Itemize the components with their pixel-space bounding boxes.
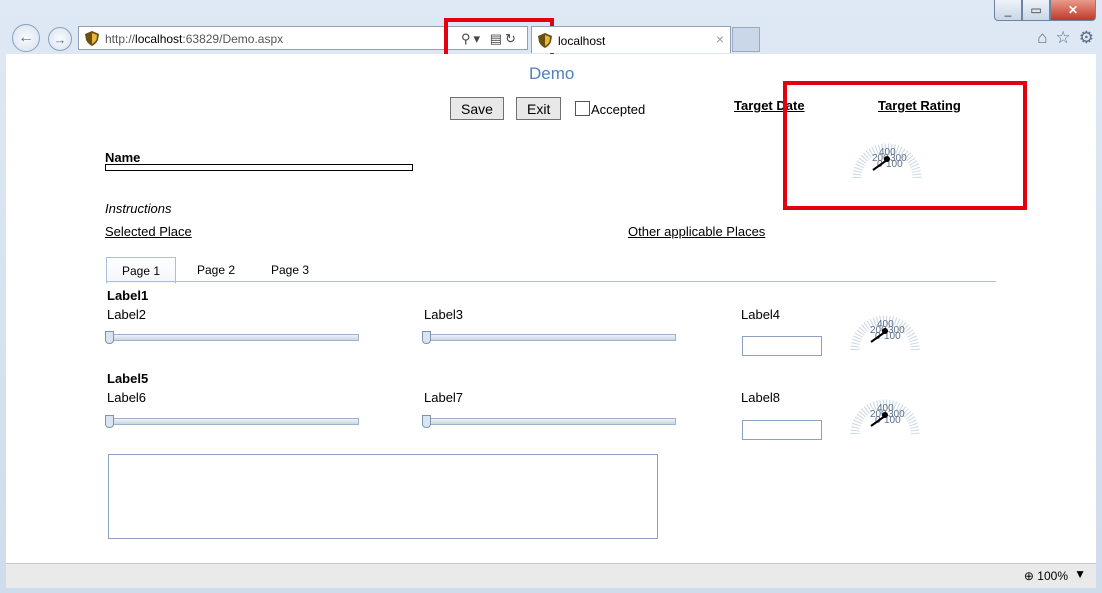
- accepted-label: Accepted: [591, 102, 646, 117]
- zoom-icon: ⊕: [1023, 569, 1034, 583]
- exit-button[interactable]: Exit: [516, 97, 562, 120]
- shield-icon: [85, 31, 99, 46]
- status-bar: ⊕ 100% ▼: [6, 563, 1096, 588]
- slider-thumb[interactable]: [422, 331, 431, 344]
- slider-thumb[interactable]: [105, 331, 114, 344]
- address-url[interactable]: http://localhost:63829/Demo.aspx: [105, 32, 283, 46]
- slider-thumb[interactable]: [422, 415, 431, 428]
- page-content: Demo Save Exit Accepted Target Date Targ…: [6, 54, 1096, 563]
- tab-title: localhost: [558, 34, 606, 48]
- rating-gauge: 400 200 300 0 100: [850, 399, 920, 435]
- zoom-control[interactable]: ⊕ 100%: [1024, 569, 1068, 583]
- field-label: Label4: [741, 307, 781, 322]
- name-input[interactable]: [105, 164, 413, 171]
- slider-label: Label2: [107, 307, 147, 322]
- group-title: Label1: [107, 288, 149, 303]
- slider-track[interactable]: [424, 334, 676, 341]
- name-label: Name: [105, 150, 141, 165]
- slider-label: Label3: [424, 307, 464, 322]
- forward-button[interactable]: →: [48, 27, 72, 51]
- rating-gauge: 400 200 300 0 100: [850, 315, 920, 351]
- text-input[interactable]: [742, 420, 822, 440]
- gauge-hub: [882, 328, 888, 334]
- favorites-star-icon[interactable]: ☆: [1056, 28, 1071, 48]
- new-tab-button[interactable]: [732, 27, 760, 52]
- zoom-dropdown-icon[interactable]: ▼: [1074, 567, 1086, 581]
- window-controls: _ ▭ ✕: [994, 0, 1096, 21]
- browser-window: _ ▭ ✕ ← → http://localhost:63829/Demo.as…: [0, 0, 1102, 593]
- other-places-link[interactable]: Other applicable Places: [628, 224, 765, 239]
- text-input[interactable]: [742, 336, 822, 356]
- close-tab-icon[interactable]: ×: [716, 31, 724, 47]
- tab-strip-divider: [106, 281, 996, 282]
- minimize-button[interactable]: _: [994, 0, 1022, 21]
- save-button[interactable]: Save: [450, 97, 504, 120]
- highlight-box-rating: [783, 81, 1027, 210]
- settings-gear-icon[interactable]: ⚙: [1079, 28, 1094, 48]
- selected-place-link[interactable]: Selected Place: [105, 224, 192, 239]
- instructions-text: Instructions: [105, 201, 172, 216]
- zoom-level: 100%: [1037, 569, 1068, 583]
- back-arrow-icon: ←: [18, 29, 34, 46]
- shield-icon: [538, 33, 552, 48]
- notes-textarea[interactable]: [108, 454, 658, 539]
- gauge-hub: [882, 412, 888, 418]
- close-window-button[interactable]: ✕: [1050, 0, 1096, 21]
- slider-label: Label7: [424, 390, 464, 405]
- toolbar-icons: ⌂ ☆ ⚙: [1037, 28, 1094, 48]
- slider-track[interactable]: [107, 334, 359, 341]
- field-label: Label8: [741, 390, 781, 405]
- maximize-button[interactable]: ▭: [1022, 0, 1050, 21]
- slider-track[interactable]: [107, 418, 359, 425]
- tab-page-1[interactable]: Page 1: [106, 257, 176, 284]
- accepted-checkbox[interactable]: [575, 101, 590, 116]
- page-title: Demo: [529, 64, 575, 83]
- slider-thumb[interactable]: [105, 415, 114, 428]
- home-icon[interactable]: ⌂: [1037, 28, 1047, 48]
- back-button[interactable]: ←: [12, 24, 40, 52]
- slider-label: Label6: [107, 390, 147, 405]
- tab-page-3[interactable]: Page 3: [256, 257, 324, 282]
- tab-page-2[interactable]: Page 2: [182, 257, 250, 282]
- group-title: Label5: [107, 371, 149, 386]
- forward-arrow-icon: →: [53, 31, 67, 47]
- browser-tab[interactable]: localhost ×: [531, 26, 731, 53]
- slider-track[interactable]: [424, 418, 676, 425]
